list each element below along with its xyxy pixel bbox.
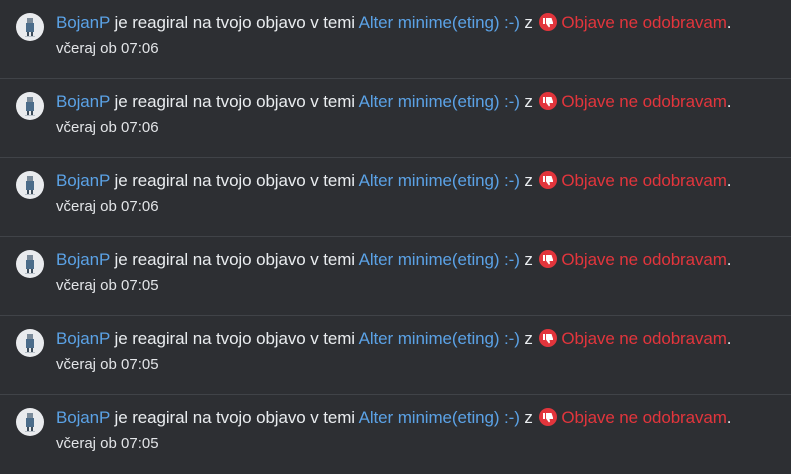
- reaction-link[interactable]: Objave ne odobravam: [561, 408, 726, 427]
- action-text: je reagiral na tvojo objavo v temi: [114, 13, 356, 32]
- action-text: je reagiral na tvojo objavo v temi: [114, 171, 356, 190]
- sentence-end: .: [726, 329, 732, 348]
- connector-text: z: [524, 408, 533, 427]
- thumbs-down-icon: [539, 92, 558, 110]
- notification-list: BojanP je reagiral na tvojo objavo v tem…: [0, 0, 791, 467]
- thumbs-down-icon: [539, 171, 558, 189]
- avatar[interactable]: [16, 408, 44, 436]
- user-link[interactable]: BojanP: [56, 92, 110, 111]
- notification-text: BojanP je reagiral na tvojo objavo v tem…: [56, 92, 732, 112]
- timestamp: včeraj ob 07:05: [56, 356, 159, 373]
- notification-text: BojanP je reagiral na tvojo objavo v tem…: [56, 250, 732, 270]
- reaction-link[interactable]: Objave ne odobravam: [561, 171, 726, 190]
- avatar[interactable]: [16, 329, 44, 357]
- notification-text: BojanP je reagiral na tvojo objavo v tem…: [56, 329, 732, 349]
- topic-link[interactable]: Alter minime(eting) :-): [359, 13, 520, 32]
- connector-text: z: [524, 329, 533, 348]
- avatar[interactable]: [16, 250, 44, 278]
- timestamp: včeraj ob 07:06: [56, 198, 159, 215]
- notification-item[interactable]: BojanP je reagiral na tvojo objavo v tem…: [0, 0, 791, 79]
- avatar[interactable]: [16, 13, 44, 41]
- thumbs-down-icon: [539, 13, 558, 31]
- action-text: je reagiral na tvojo objavo v temi: [114, 329, 356, 348]
- reaction-link[interactable]: Objave ne odobravam: [561, 92, 726, 111]
- sentence-end: .: [726, 250, 732, 269]
- action-text: je reagiral na tvojo objavo v temi: [114, 92, 356, 111]
- reaction-link[interactable]: Objave ne odobravam: [561, 250, 726, 269]
- notification-item[interactable]: BojanP je reagiral na tvojo objavo v tem…: [0, 237, 791, 316]
- action-text: je reagiral na tvojo objavo v temi: [114, 408, 356, 427]
- connector-text: z: [524, 250, 533, 269]
- action-text: je reagiral na tvojo objavo v temi: [114, 250, 356, 269]
- thumbs-down-icon: [539, 408, 558, 426]
- notification-item[interactable]: BojanP je reagiral na tvojo objavo v tem…: [0, 158, 791, 237]
- sentence-end: .: [726, 171, 732, 190]
- user-link[interactable]: BojanP: [56, 13, 110, 32]
- connector-text: z: [524, 171, 533, 190]
- topic-link[interactable]: Alter minime(eting) :-): [359, 329, 520, 348]
- topic-link[interactable]: Alter minime(eting) :-): [359, 250, 520, 269]
- avatar[interactable]: [16, 92, 44, 120]
- sentence-end: .: [726, 92, 732, 111]
- topic-link[interactable]: Alter minime(eting) :-): [359, 171, 520, 190]
- notification-text: BojanP je reagiral na tvojo objavo v tem…: [56, 171, 732, 191]
- user-link[interactable]: BojanP: [56, 329, 110, 348]
- timestamp: včeraj ob 07:05: [56, 277, 159, 294]
- timestamp: včeraj ob 07:05: [56, 435, 159, 452]
- user-link[interactable]: BojanP: [56, 250, 110, 269]
- notification-item[interactable]: BojanP je reagiral na tvojo objavo v tem…: [0, 316, 791, 395]
- reaction-link[interactable]: Objave ne odobravam: [561, 329, 726, 348]
- notification-text: BojanP je reagiral na tvojo objavo v tem…: [56, 13, 732, 33]
- reaction-link[interactable]: Objave ne odobravam: [561, 13, 726, 32]
- notification-item[interactable]: BojanP je reagiral na tvojo objavo v tem…: [0, 79, 791, 158]
- sentence-end: .: [726, 13, 732, 32]
- notification-item[interactable]: BojanP je reagiral na tvojo objavo v tem…: [0, 395, 791, 474]
- topic-link[interactable]: Alter minime(eting) :-): [359, 92, 520, 111]
- timestamp: včeraj ob 07:06: [56, 40, 159, 57]
- notification-text: BojanP je reagiral na tvojo objavo v tem…: [56, 408, 732, 428]
- timestamp: včeraj ob 07:06: [56, 119, 159, 136]
- user-link[interactable]: BojanP: [56, 408, 110, 427]
- connector-text: z: [524, 13, 533, 32]
- thumbs-down-icon: [539, 329, 558, 347]
- sentence-end: .: [726, 408, 732, 427]
- connector-text: z: [524, 92, 533, 111]
- thumbs-down-icon: [539, 250, 558, 268]
- user-link[interactable]: BojanP: [56, 171, 110, 190]
- avatar[interactable]: [16, 171, 44, 199]
- topic-link[interactable]: Alter minime(eting) :-): [359, 408, 520, 427]
